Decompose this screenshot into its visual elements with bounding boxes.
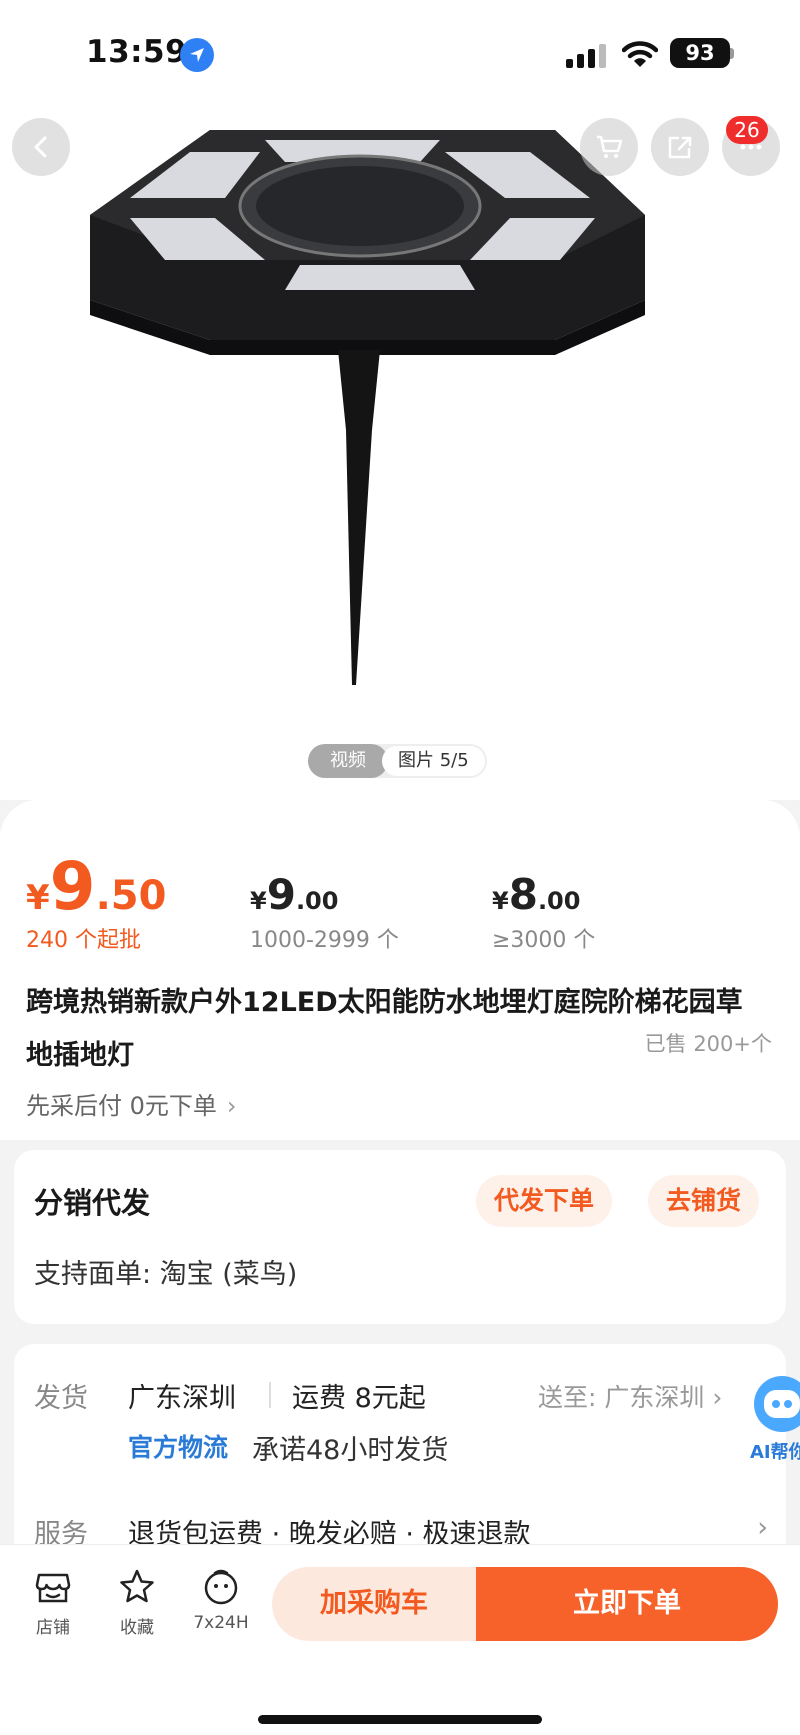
price-decimal: .00	[537, 887, 581, 915]
star-icon	[120, 1569, 154, 1603]
ground-stake	[338, 350, 380, 685]
price-decimal: .50	[95, 873, 167, 919]
customer-service-icon	[204, 1569, 238, 1605]
share-button[interactable]	[651, 118, 709, 176]
currency-symbol: ¥	[492, 887, 509, 915]
bottom-action-bar: 店铺 收藏 7x24H 加采购车 立即下单	[0, 1544, 800, 1735]
tab-store[interactable]: 店铺	[18, 1567, 88, 1638]
wifi-icon	[622, 41, 658, 67]
official-logistics-tag: 官方物流	[128, 1433, 229, 1462]
add-to-cart-button[interactable]: 加采购车	[272, 1567, 476, 1641]
tab-label: 收藏	[120, 1618, 154, 1638]
min-order-note: 240 个起批	[26, 928, 141, 953]
pay-later-label: 先采后付 0元下单	[26, 1092, 217, 1120]
tab-video[interactable]: 视频	[308, 744, 388, 778]
currency-symbol: ¥	[250, 887, 267, 915]
ai-help-button[interactable]: AI帮你	[744, 1372, 800, 1463]
tab-service[interactable]: 7x24H	[186, 1567, 256, 1633]
status-time: 13:59	[86, 34, 188, 70]
location-arrow-icon	[180, 38, 214, 72]
led-panel	[285, 265, 475, 290]
tab-favorite[interactable]: 收藏	[102, 1567, 172, 1638]
shipping-card[interactable]: 发货 广东深圳 运费 8元起 送至: 广东深圳 › 官方物流 承诺48小时发货 …	[14, 1344, 786, 1550]
waybill-support: 支持面单: 淘宝 (菜鸟)	[34, 1259, 298, 1290]
shipping-fee: 运费 8元起	[292, 1383, 426, 1414]
ai-assistant-icon	[754, 1376, 800, 1432]
media-toggle[interactable]: 视频 图片 5/5	[308, 744, 487, 778]
tier-range: 1000-2999 个	[250, 928, 399, 953]
shipping-label: 发货	[34, 1383, 88, 1414]
dropship-order-button[interactable]: 代发下单	[476, 1175, 613, 1227]
distribution-title: 分销代发	[34, 1186, 151, 1220]
chevron-right-icon[interactable]: ›	[757, 1512, 768, 1543]
shipping-promise: 承诺48小时发货	[252, 1435, 449, 1466]
ship-to-location[interactable]: 送至: 广东深圳 ›	[538, 1378, 722, 1414]
price-integer: 9	[49, 848, 96, 925]
cart-button[interactable]	[580, 118, 638, 176]
tier-price: ¥8.00	[492, 870, 580, 919]
list-product-button[interactable]: 去铺货	[648, 1175, 760, 1227]
tab-label: 店铺	[36, 1618, 70, 1638]
tab-photos[interactable]: 图片 5/5	[382, 746, 485, 776]
cart-count-badge: 26	[726, 116, 768, 144]
price-decimal: .00	[295, 887, 339, 915]
buy-now-button[interactable]: 立即下单	[476, 1567, 778, 1641]
sold-count: 已售 200+个	[644, 1032, 772, 1056]
ship-origin: 广东深圳	[128, 1383, 236, 1414]
price-integer: 8	[508, 870, 538, 919]
ai-help-label: AI帮你	[750, 1442, 800, 1463]
distribution-card: 分销代发 代发下单 去铺货 支持面单: 淘宝 (菜鸟)	[14, 1150, 786, 1324]
cellular-signal-icon	[566, 44, 608, 68]
product-gallery[interactable]: 26	[0, 100, 800, 800]
home-indicator[interactable]	[258, 1715, 542, 1724]
product-info-card: ¥9.50 240 个起批 ¥9.00 1000-2999 个 ¥8.00 ≥3…	[0, 800, 800, 1140]
pay-later-link[interactable]: 先采后付 0元下单 ›	[26, 1086, 237, 1121]
divider	[269, 1382, 271, 1408]
status-bar: 13:59 93	[0, 0, 800, 100]
tier-range: ≥3000 个	[492, 928, 596, 953]
store-icon	[35, 1573, 71, 1603]
tab-label: 7x24H	[193, 1613, 249, 1633]
product-image	[90, 130, 645, 685]
tier-price: ¥9.00	[250, 870, 338, 919]
chevron-right-icon: ›	[226, 1092, 237, 1120]
back-button[interactable]	[12, 118, 70, 176]
price-integer: 9	[266, 870, 296, 919]
main-price: ¥9.50	[26, 848, 166, 925]
battery-cap-icon	[730, 48, 734, 59]
battery-icon: 93	[670, 38, 730, 68]
currency-symbol: ¥	[26, 878, 50, 918]
